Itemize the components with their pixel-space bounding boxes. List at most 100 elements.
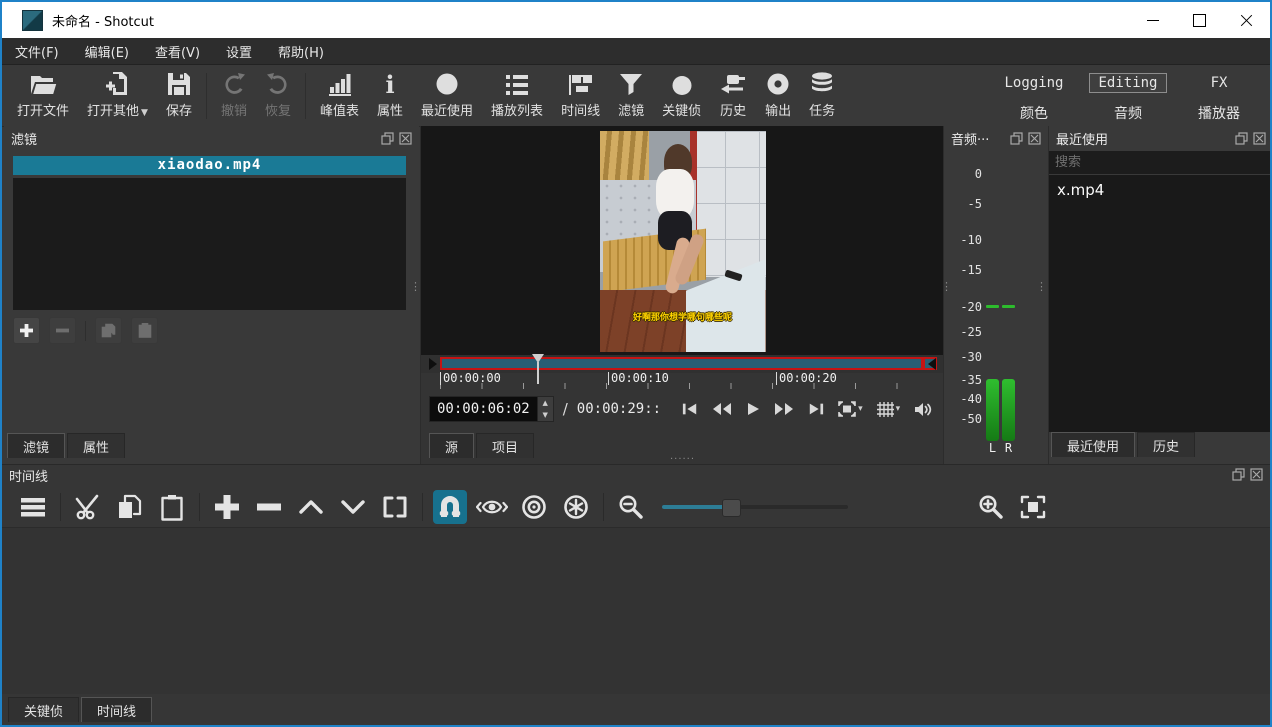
timeline-toolbar-separator xyxy=(60,493,61,521)
trim-out-handle[interactable] xyxy=(928,358,936,370)
tab-project[interactable]: 项目 xyxy=(476,433,534,458)
undo-button[interactable]: 撤销 xyxy=(212,70,256,122)
open-other-button[interactable]: 打开其他▼ xyxy=(78,70,157,122)
spin-down-icon[interactable]: ▼ xyxy=(538,409,553,421)
peak-meter-button[interactable]: 峰值表 xyxy=(311,70,368,122)
open-file-button[interactable]: 打开文件 xyxy=(8,70,78,122)
grid-button[interactable]: ▾ xyxy=(870,397,908,421)
close-panel-icon[interactable] xyxy=(1253,132,1266,145)
remove-filter-button[interactable] xyxy=(49,317,76,344)
zoom-in-button[interactable] xyxy=(974,490,1008,524)
timeline-toolbar-separator xyxy=(199,493,200,521)
filter-list[interactable] xyxy=(13,178,406,310)
jobs-button[interactable]: 任务 xyxy=(800,70,844,122)
append-button[interactable] xyxy=(210,490,244,524)
layout-editing-button[interactable]: Editing xyxy=(1089,73,1166,93)
splitter-grip[interactable]: ⋮ xyxy=(1036,284,1047,289)
timeline-button[interactable]: 时间线 xyxy=(552,70,609,122)
close-button[interactable] xyxy=(1223,2,1270,38)
snap-toggle-button[interactable] xyxy=(433,490,467,524)
volume-button[interactable] xyxy=(907,397,939,421)
float-panel-icon[interactable] xyxy=(381,132,394,145)
copy-filters-button[interactable] xyxy=(95,317,122,344)
menu-edit[interactable]: 编辑(E) xyxy=(72,38,142,64)
cut-button[interactable] xyxy=(71,490,105,524)
zoom-fit-timeline-button[interactable] xyxy=(1016,490,1050,524)
redo-button[interactable]: 恢复 xyxy=(256,70,300,122)
search-input[interactable] xyxy=(1049,151,1272,174)
trim-in-handle[interactable] xyxy=(429,358,437,370)
filter-actions xyxy=(13,317,158,344)
current-position-spinbox[interactable]: 00:00:06:02 ▲ ▼ xyxy=(429,396,554,422)
minimize-button[interactable] xyxy=(1129,2,1176,38)
db-label: -5 xyxy=(944,197,982,211)
tab-filters[interactable]: 滤镜 xyxy=(7,433,65,458)
paste-filters-button[interactable] xyxy=(131,317,158,344)
timeline-menu-button[interactable] xyxy=(16,490,50,524)
tab-timeline[interactable]: 时间线 xyxy=(81,697,152,722)
tab-properties[interactable]: 属性 xyxy=(67,433,125,458)
zoom-out-button[interactable] xyxy=(614,490,648,524)
keyframes-button[interactable]: 关键侦 xyxy=(653,70,710,122)
scrubber-bar[interactable] xyxy=(440,357,937,370)
slider-handle[interactable] xyxy=(722,499,741,517)
float-panel-icon[interactable] xyxy=(1010,132,1023,145)
paste-button[interactable] xyxy=(155,490,189,524)
ripple-all-tracks-button[interactable] xyxy=(559,490,593,524)
layout-player-button[interactable]: 播放器 xyxy=(1190,102,1248,124)
timeline-zoom-slider[interactable] xyxy=(662,499,848,515)
overwrite-button[interactable] xyxy=(336,490,370,524)
ripple-delete-button[interactable] xyxy=(252,490,286,524)
close-panel-icon[interactable] xyxy=(1028,132,1041,145)
current-position-value[interactable]: 00:00:06:02 xyxy=(430,397,537,421)
center-playhead-button[interactable] xyxy=(517,490,551,524)
splitter-grip[interactable]: ⋮ xyxy=(941,284,952,289)
database-icon xyxy=(809,71,835,97)
menu-file[interactable]: 文件(F) xyxy=(2,38,72,64)
layout-audio-button[interactable]: 音频 xyxy=(1106,102,1150,124)
copy-button[interactable] xyxy=(113,490,147,524)
properties-button[interactable]: i 属性 xyxy=(368,70,412,122)
history-button[interactable]: 历史 xyxy=(710,70,756,122)
spin-up-icon[interactable]: ▲ xyxy=(538,397,553,409)
position-spinner[interactable]: ▲ ▼ xyxy=(537,397,553,421)
save-button[interactable]: 保存 xyxy=(157,70,201,122)
rewind-button[interactable] xyxy=(705,397,739,421)
close-panel-icon[interactable] xyxy=(399,132,412,145)
timeline-tracks-area[interactable] xyxy=(2,527,1270,694)
layout-fx-button[interactable]: FX xyxy=(1203,74,1236,92)
out-point-marker[interactable] xyxy=(921,357,925,370)
transport-bar: 00:00:06:02 ▲ ▼ / 00:00:29:: xyxy=(429,395,939,423)
play-button[interactable] xyxy=(739,397,767,421)
layout-logging-button[interactable]: Logging xyxy=(996,74,1071,92)
lift-button[interactable] xyxy=(294,490,328,524)
skip-to-start-button[interactable] xyxy=(675,397,705,421)
layout-color-button[interactable]: 颜色 xyxy=(1012,102,1056,124)
menu-settings[interactable]: 设置 xyxy=(213,38,265,64)
fast-forward-button[interactable] xyxy=(767,397,801,421)
list-item[interactable]: x.mp4 xyxy=(1049,175,1272,205)
splitter-handle[interactable]: ······ xyxy=(670,456,695,464)
close-panel-icon[interactable] xyxy=(1250,468,1263,481)
skip-to-end-button[interactable] xyxy=(801,397,831,421)
time-ruler[interactable]: 00:00:00 00:00:10 00:00:20 xyxy=(440,372,937,389)
menu-help[interactable]: 帮助(H) xyxy=(265,38,337,64)
scrub-while-dragging-button[interactable] xyxy=(475,490,509,524)
tab-source[interactable]: 源 xyxy=(429,433,474,458)
add-filter-button[interactable] xyxy=(13,317,40,344)
recent-button[interactable]: 最近使用 xyxy=(412,70,482,122)
tab-keyframes[interactable]: 关键侦 xyxy=(8,697,79,722)
float-panel-icon[interactable] xyxy=(1235,132,1248,145)
playlist-button[interactable]: 播放列表 xyxy=(482,70,552,122)
export-button[interactable]: 输出 xyxy=(756,70,800,122)
tab-recent[interactable]: 最近使用 xyxy=(1051,432,1135,457)
filters-button[interactable]: 滤镜 xyxy=(609,70,653,122)
split-button[interactable] xyxy=(378,490,412,524)
float-panel-icon[interactable] xyxy=(1232,468,1245,481)
maximize-button[interactable] xyxy=(1176,2,1223,38)
menu-view[interactable]: 查看(V) xyxy=(142,38,213,64)
zoom-fit-player-button[interactable]: ▾ xyxy=(831,397,870,421)
timeline-panel-header: 时间线 xyxy=(2,465,1270,486)
tab-history[interactable]: 历史 xyxy=(1137,432,1195,457)
peak-indicator-right xyxy=(1002,305,1015,308)
